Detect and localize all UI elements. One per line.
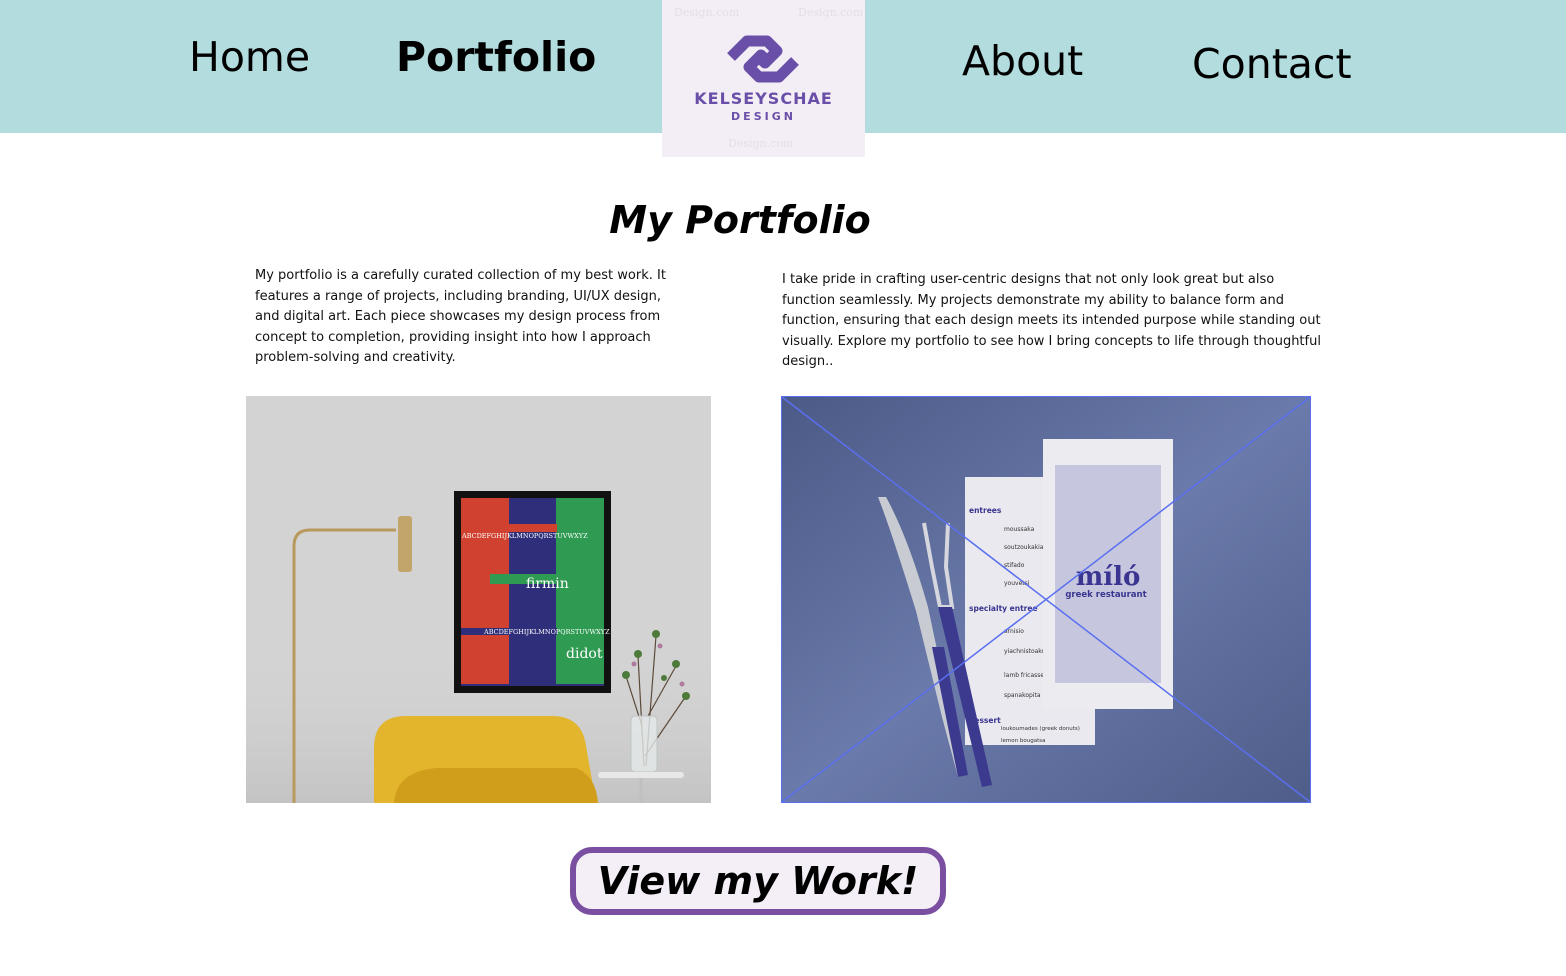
menu-section-entrees: entrees bbox=[969, 506, 1002, 515]
logo-watermark: Design.com bbox=[798, 6, 864, 19]
poster-alphabet-text: ABCDEFGHIJKLMNOPQRSTUVWXYZ bbox=[483, 628, 610, 636]
menu-item: lemon bougatsa bbox=[1001, 738, 1045, 744]
view-my-work-button[interactable]: View my Work! bbox=[570, 847, 946, 915]
menu-item: moussaka bbox=[1004, 526, 1035, 533]
poster-word-didot: didot bbox=[566, 646, 603, 662]
poster-word-firmin: firmin bbox=[526, 576, 569, 592]
intro-paragraph-left: My portfolio is a carefully curated coll… bbox=[255, 268, 666, 365]
menu-item: lamb fricassee bbox=[1004, 672, 1048, 679]
menu-item: stifado bbox=[1004, 562, 1025, 569]
poster-mockup-image[interactable]: ABCDEFGHIJKLMNOPQRSTUVWXYZ ABCDEFGHIJKLM… bbox=[246, 396, 711, 803]
nav-portfolio-link[interactable]: Portfolio bbox=[396, 33, 596, 81]
logo-name: KELSEYSCHAE bbox=[694, 89, 833, 108]
logo-subtitle: DESIGN bbox=[731, 110, 796, 123]
nav-about-link[interactable]: About bbox=[962, 37, 1083, 85]
menu-item: loukoumades (greek donuts) bbox=[1001, 726, 1080, 732]
site-logo[interactable]: Design.com Design.com Design.com KELSEYS… bbox=[662, 0, 865, 157]
logo-watermark: Design.com bbox=[674, 6, 740, 19]
menu-brand-subtitle: greek restaurant bbox=[1065, 590, 1146, 600]
chain-link-logo-icon bbox=[727, 35, 799, 83]
logo-watermark: Design.com bbox=[728, 137, 794, 150]
page-title: My Portfolio bbox=[609, 198, 871, 242]
menu-brand: míló bbox=[1076, 562, 1141, 592]
poster-alphabet-text: ABCDEFGHIJKLMNOPQRSTUVWXYZ bbox=[461, 532, 588, 540]
lamp-shade bbox=[398, 516, 412, 572]
nav-home-link[interactable]: Home bbox=[189, 33, 310, 81]
poster-mockup-illustration: ABCDEFGHIJKLMNOPQRSTUVWXYZ ABCDEFGHIJKLM… bbox=[246, 396, 711, 803]
menu-mockup-illustration: entrees moussaka soutzoukakia stifado yo… bbox=[782, 397, 1310, 802]
menu-mockup-image[interactable]: entrees moussaka soutzoukakia stifado yo… bbox=[781, 396, 1311, 803]
menu-section-specialty: specialty entree bbox=[969, 604, 1038, 613]
intro-paragraph-right: I take pride in crafting user-centric de… bbox=[782, 272, 1321, 369]
menu-item: soutzoukakia bbox=[1004, 544, 1044, 551]
menu-item: spanakopita bbox=[1004, 692, 1041, 699]
nav-contact-link[interactable]: Contact bbox=[1192, 40, 1352, 88]
